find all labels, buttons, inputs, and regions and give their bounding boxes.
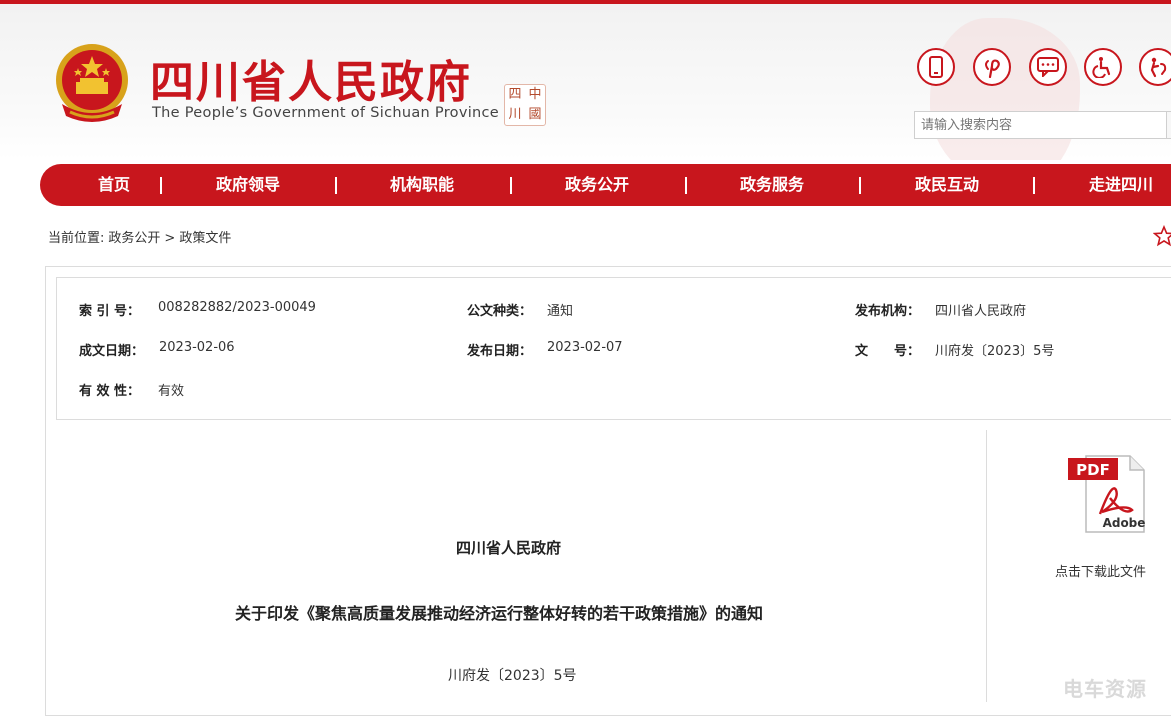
search-input[interactable]	[914, 111, 1168, 139]
publisher-value: 四川省人民政府	[935, 304, 1027, 319]
nav-item-open-government[interactable]: 政务公开	[565, 164, 629, 206]
nav-separator	[335, 177, 337, 194]
national-emblem-icon[interactable]	[52, 42, 132, 126]
document-number-label: 文 号：	[855, 344, 921, 359]
published-date-label: 发布日期：	[467, 344, 533, 359]
chat-icon[interactable]	[1029, 48, 1067, 86]
site-title[interactable]: 四川省人民政府	[150, 46, 472, 110]
document-title: 关于印发《聚焦高质量发展推动经济运行整体好转的若干政策措施》的通知	[235, 604, 764, 623]
document-number-value: 川府发〔2023〕5号	[935, 344, 1055, 359]
nav-separator	[510, 177, 512, 194]
nav-separator	[859, 177, 861, 194]
elderly-care-icon[interactable]	[1139, 48, 1171, 86]
seal-logo: 四 中 川 國	[504, 84, 546, 126]
breadcrumb-separator: >	[164, 231, 176, 246]
validity-value: 有效	[158, 384, 185, 399]
publisher-label: 发布机构：	[855, 304, 921, 319]
watermark-text: 电车资源	[1063, 677, 1147, 701]
search-button[interactable]	[1166, 111, 1171, 139]
document-type-value: 通知	[547, 304, 574, 319]
nav-separator	[685, 177, 687, 194]
site-subtitle: The People’s Government of Sichuan Provi…	[152, 105, 500, 121]
mobile-icon[interactable]	[917, 48, 955, 86]
pdf-badge-text: PDF	[1076, 461, 1110, 479]
nav-item-leaders[interactable]: 政府领导	[216, 164, 280, 206]
nav-item-interaction[interactable]: 政民互动	[915, 164, 979, 206]
created-date-label: 成文日期：	[79, 344, 145, 359]
nav-separator	[160, 177, 162, 194]
breadcrumb-link-open-government[interactable]: 政务公开	[108, 231, 160, 246]
nav-item-agencies[interactable]: 机构职能	[390, 164, 454, 206]
star-icon[interactable]	[1153, 225, 1171, 247]
validity-label: 有 效 性：	[79, 384, 141, 399]
index-number-label: 索 引 号：	[79, 304, 141, 319]
nav-item-services[interactable]: 政务服务	[740, 164, 804, 206]
pinterest-icon[interactable]	[973, 48, 1011, 86]
document-type-label: 公文种类：	[467, 304, 533, 319]
breadcrumb: 当前位置: 政务公开 > 政策文件	[48, 227, 235, 246]
adobe-brand-text: Adobe	[1103, 516, 1146, 530]
column-divider	[986, 430, 987, 702]
published-date-value: 2023-02-07	[547, 340, 623, 355]
pdf-file-icon[interactable]: PDF Adobe	[1066, 452, 1148, 536]
nav-separator	[1033, 177, 1035, 194]
nav-item-about-sichuan[interactable]: 走进四川	[1089, 164, 1153, 206]
breadcrumb-prefix: 当前位置:	[48, 231, 105, 246]
download-file-link[interactable]: 点击下载此文件	[1055, 561, 1146, 580]
document-issuer: 四川省人民政府	[456, 539, 562, 557]
accessibility-icon[interactable]	[1084, 48, 1122, 86]
main-nav: 首页 政府领导 机构职能 政务公开 政务服务 政民互动 走进四川	[40, 164, 1171, 206]
index-number-value: 008282882/2023-00049	[158, 300, 316, 315]
nav-item-home[interactable]: 首页	[98, 164, 130, 206]
document-reference-number: 川府发〔2023〕5号	[448, 668, 577, 684]
breadcrumb-link-policy-files[interactable]: 政策文件	[179, 231, 231, 246]
created-date-value: 2023-02-06	[159, 340, 235, 355]
